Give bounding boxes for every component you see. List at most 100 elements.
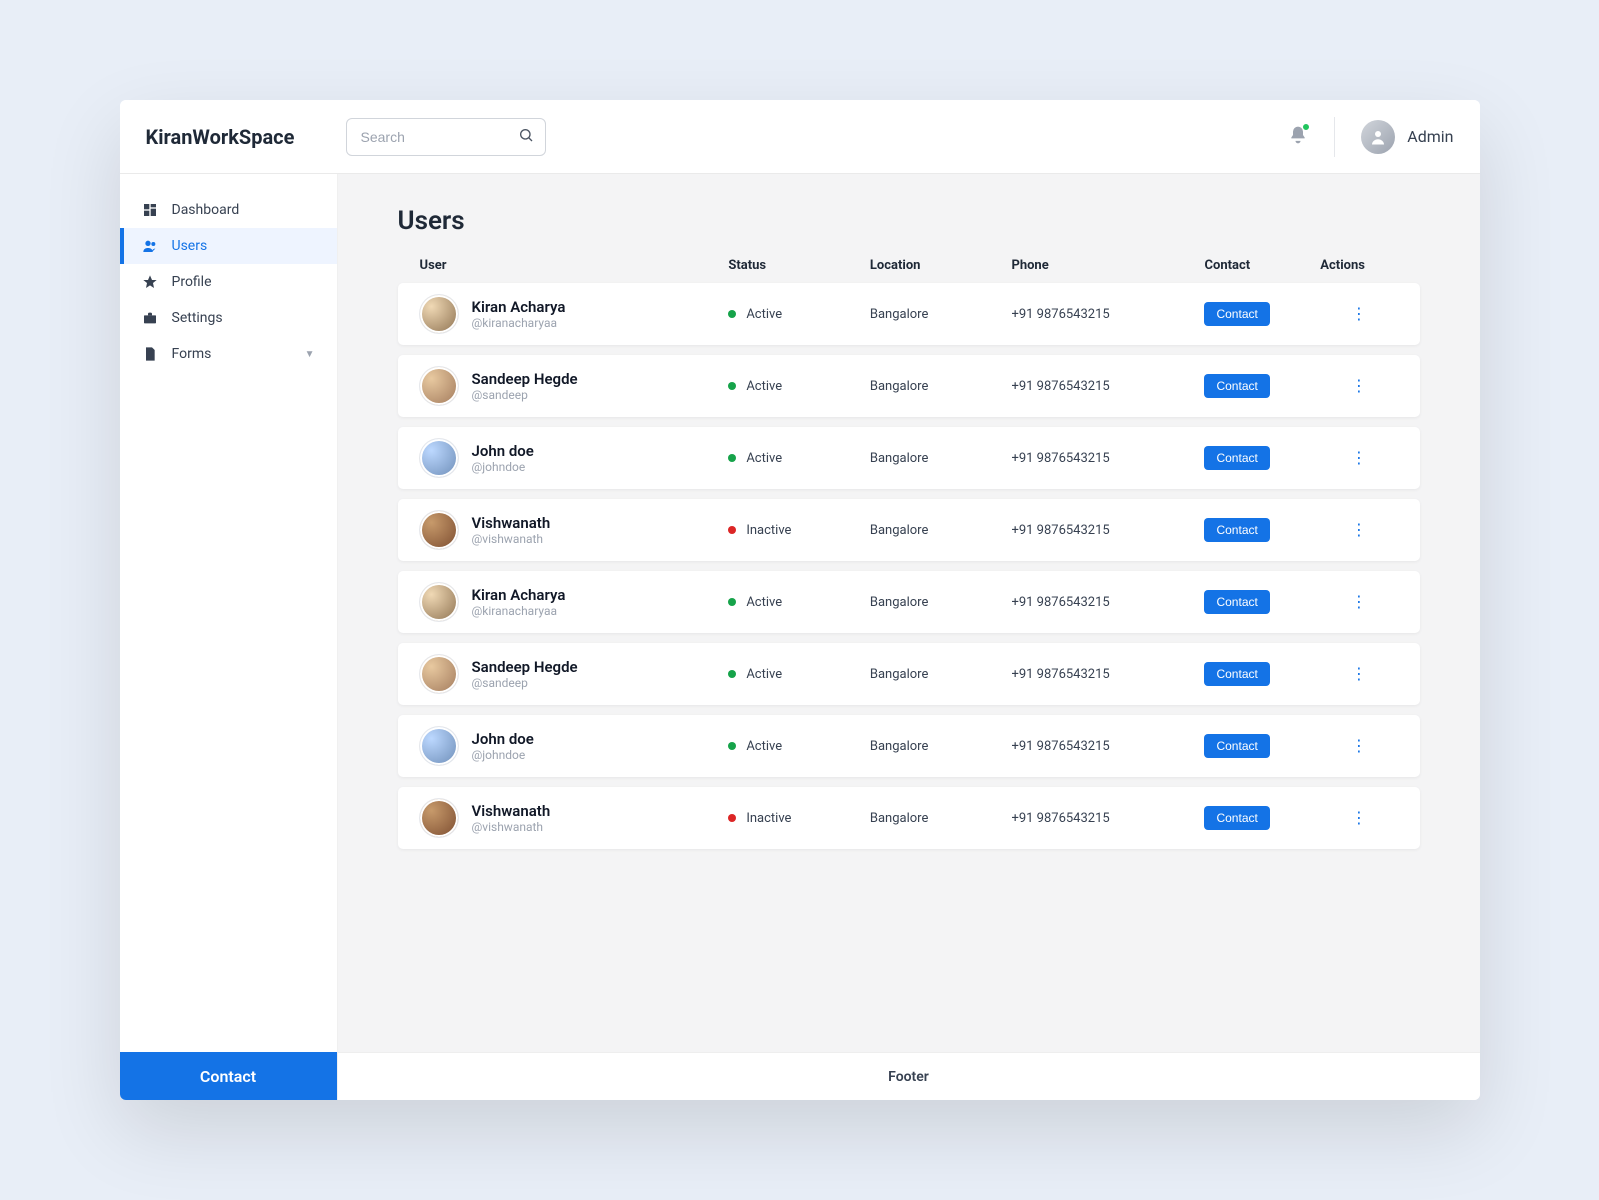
- contact-button[interactable]: Contact: [1204, 518, 1269, 542]
- user-cell: Vishwanath@vishwanath: [420, 799, 729, 837]
- avatar: [420, 511, 458, 549]
- user-text: Sandeep Hegde@sandeep: [472, 370, 578, 402]
- user-handle: @kiranacharyaa: [472, 316, 566, 330]
- kebab-icon[interactable]: ⋮: [1320, 672, 1397, 676]
- user-name: Vishwanath: [472, 802, 551, 820]
- user-name: John doe: [472, 442, 534, 460]
- table-row: Kiran Acharya@kiranacharyaaActiveBangalo…: [398, 283, 1420, 345]
- kebab-icon[interactable]: ⋮: [1320, 312, 1397, 316]
- sidebar-item-forms[interactable]: Forms ▼: [120, 336, 337, 372]
- location-cell: Bangalore: [870, 523, 1012, 538]
- document-icon: [142, 346, 158, 362]
- footer-label: Footer: [888, 1069, 929, 1085]
- footer: Footer: [338, 1052, 1480, 1100]
- user-name: John doe: [472, 730, 534, 748]
- user-name-label: Admin: [1407, 127, 1453, 146]
- app-window: KiranWorkSpace Admin: [120, 100, 1480, 1100]
- phone-cell: +91 9876543215: [1011, 811, 1204, 826]
- avatar: [420, 727, 458, 765]
- sidebar-item-label: Users: [172, 238, 208, 254]
- user-text: Kiran Acharya@kiranacharyaa: [472, 586, 566, 618]
- table-row: Vishwanath@vishwanathInactiveBangalore+9…: [398, 499, 1420, 561]
- user-text: Sandeep Hegde@sandeep: [472, 658, 578, 690]
- notifications-button[interactable]: [1288, 125, 1308, 149]
- dashboard-icon: [142, 202, 158, 218]
- kebab-icon[interactable]: ⋮: [1320, 384, 1397, 388]
- user-cell: Sandeep Hegde@sandeep: [420, 367, 729, 405]
- user-menu[interactable]: Admin: [1361, 120, 1453, 154]
- status-dot-icon: [728, 454, 736, 462]
- contact-button[interactable]: Contact: [1204, 806, 1269, 830]
- user-handle: @kiranacharyaa: [472, 604, 566, 618]
- contact-button[interactable]: Contact: [1204, 374, 1269, 398]
- location-cell: Bangalore: [870, 739, 1012, 754]
- user-handle: @johndoe: [472, 460, 534, 474]
- status-label: Active: [746, 379, 782, 394]
- avatar: [420, 799, 458, 837]
- sidebar-footer-label: Contact: [200, 1067, 256, 1086]
- user-text: Kiran Acharya@kiranacharyaa: [472, 298, 566, 330]
- notification-dot-icon: [1302, 123, 1310, 131]
- kebab-icon[interactable]: ⋮: [1320, 600, 1397, 604]
- sidebar-item-label: Forms: [172, 346, 212, 362]
- user-handle: @johndoe: [472, 748, 534, 762]
- status-cell: Active: [728, 451, 870, 466]
- actions-cell: ⋮: [1320, 456, 1397, 460]
- status-label: Active: [746, 451, 782, 466]
- kebab-icon[interactable]: ⋮: [1320, 528, 1397, 532]
- avatar: [1361, 120, 1395, 154]
- sidebar-item-users[interactable]: Users: [120, 228, 337, 264]
- actions-cell: ⋮: [1320, 528, 1397, 532]
- briefcase-icon: [142, 310, 158, 326]
- status-dot-icon: [728, 670, 736, 678]
- col-actions: Actions: [1320, 258, 1397, 273]
- location-cell: Bangalore: [870, 307, 1012, 322]
- user-cell: John doe@johndoe: [420, 439, 729, 477]
- sidebar-item-settings[interactable]: Settings: [120, 300, 337, 336]
- status-dot-icon: [728, 598, 736, 606]
- sidebar-item-profile[interactable]: Profile: [120, 264, 337, 300]
- table-body: Kiran Acharya@kiranacharyaaActiveBangalo…: [398, 283, 1420, 849]
- user-name: Sandeep Hegde: [472, 658, 578, 676]
- sidebar-item-label: Settings: [172, 310, 223, 326]
- col-phone: Phone: [1011, 258, 1204, 273]
- contact-cell: Contact: [1204, 662, 1320, 686]
- user-handle: @vishwanath: [472, 820, 551, 834]
- user-cell: Kiran Acharya@kiranacharyaa: [420, 295, 729, 333]
- col-contact: Contact: [1204, 258, 1320, 273]
- actions-cell: ⋮: [1320, 384, 1397, 388]
- user-text: John doe@johndoe: [472, 730, 534, 762]
- status-dot-icon: [728, 742, 736, 750]
- status-label: Active: [746, 739, 782, 754]
- phone-cell: +91 9876543215: [1011, 595, 1204, 610]
- table-row: Kiran Acharya@kiranacharyaaActiveBangalo…: [398, 571, 1420, 633]
- contact-button[interactable]: Contact: [1204, 446, 1269, 470]
- brand-title: KiranWorkSpace: [146, 125, 346, 149]
- kebab-icon[interactable]: ⋮: [1320, 816, 1397, 820]
- status-label: Inactive: [746, 523, 791, 538]
- actions-cell: ⋮: [1320, 672, 1397, 676]
- phone-cell: +91 9876543215: [1011, 451, 1204, 466]
- contact-button[interactable]: Contact: [1204, 662, 1269, 686]
- search-icon[interactable]: [518, 127, 534, 147]
- sidebar-item-dashboard[interactable]: Dashboard: [120, 192, 337, 228]
- contact-button[interactable]: Contact: [1204, 302, 1269, 326]
- user-cell: Vishwanath@vishwanath: [420, 511, 729, 549]
- contact-button[interactable]: Contact: [1204, 734, 1269, 758]
- search-input[interactable]: [346, 118, 546, 156]
- kebab-icon[interactable]: ⋮: [1320, 744, 1397, 748]
- user-handle: @sandeep: [472, 676, 578, 690]
- contact-button[interactable]: Contact: [1204, 590, 1269, 614]
- user-cell: John doe@johndoe: [420, 727, 729, 765]
- sidebar-item-label: Dashboard: [172, 202, 240, 218]
- user-name: Kiran Acharya: [472, 298, 566, 316]
- location-cell: Bangalore: [870, 379, 1012, 394]
- kebab-icon[interactable]: ⋮: [1320, 456, 1397, 460]
- topbar-right: Admin: [1288, 117, 1453, 157]
- main: Users User Status Location Phone Contact…: [338, 174, 1480, 1100]
- contact-cell: Contact: [1204, 518, 1320, 542]
- contact-cell: Contact: [1204, 734, 1320, 758]
- sidebar-contact-button[interactable]: Contact: [120, 1052, 337, 1100]
- status-dot-icon: [728, 814, 736, 822]
- sidebar-item-label: Profile: [172, 274, 212, 290]
